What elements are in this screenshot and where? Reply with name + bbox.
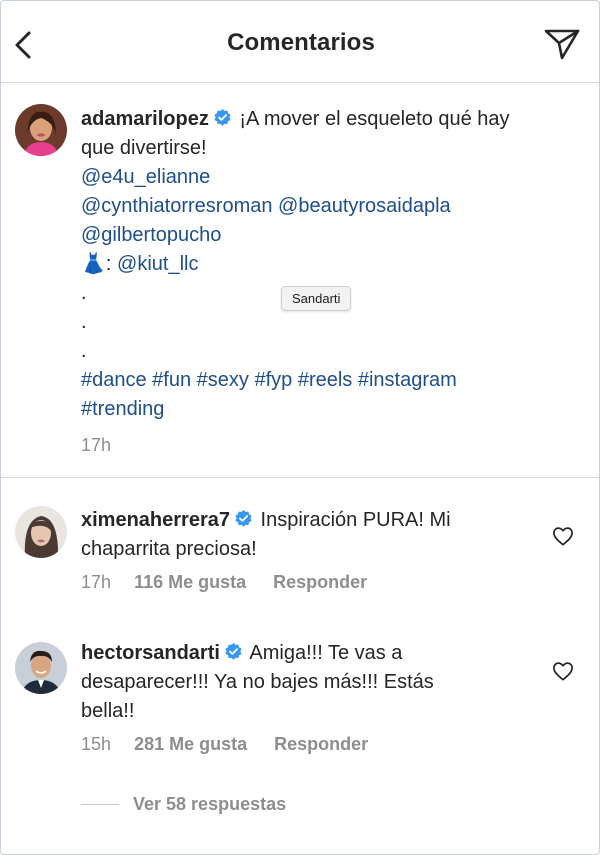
caption-dot: . xyxy=(81,340,87,362)
comment-text: ximenaherrera7 Inspiración PURA! Mi chap… xyxy=(81,506,541,564)
heart-icon xyxy=(553,527,573,546)
comment-text-line: desaparecer!!! Ya no bajes más!!! Estás xyxy=(81,671,434,693)
caption-text-line: que divertirse! xyxy=(81,137,207,159)
hashtags[interactable]: #dance #fun #sexy #fyp #reels #instagram xyxy=(81,369,457,391)
mention-link[interactable]: @kiut_llc xyxy=(117,253,198,275)
comment-text-line: Amiga!!! Te vas a xyxy=(249,642,403,664)
paper-plane-icon xyxy=(544,29,580,60)
divider-line xyxy=(81,803,119,805)
comment-likes[interactable]: 281 Me gusta xyxy=(134,734,247,754)
share-button[interactable] xyxy=(543,27,581,61)
caption-time: 17h xyxy=(81,435,112,455)
mention-link[interactable]: @e4u_elianne xyxy=(81,166,210,188)
caption-meta: 17h xyxy=(81,435,129,456)
like-button[interactable] xyxy=(552,526,574,546)
verified-badge-icon xyxy=(214,108,231,126)
view-replies-label: Ver 58 respuestas xyxy=(133,793,287,814)
caption-text: adamarilopez ¡A mover el esqueleto qué h… xyxy=(81,105,586,424)
comment-text-line: bella!! xyxy=(81,700,135,722)
page-title: Comentarios xyxy=(227,29,375,56)
comment-meta: 15h 281 Me gusta Responder xyxy=(81,734,386,755)
verified-badge-icon xyxy=(225,642,242,660)
reply-button[interactable]: Responder xyxy=(274,734,368,754)
comment-time: 15h xyxy=(81,734,112,754)
dress-emoji: 👗 xyxy=(81,253,106,275)
caption-dot: . xyxy=(81,311,87,333)
hashtags[interactable]: #trending xyxy=(81,398,164,420)
avatar[interactable] xyxy=(15,506,67,558)
comment-text-line: chaparrita preciosa! xyxy=(81,538,257,560)
avatar[interactable] xyxy=(15,642,67,694)
reply-button[interactable]: Responder xyxy=(273,572,367,592)
tooltip: Sandarti xyxy=(281,286,352,311)
comment-text: hectorsandarti Amiga!!! Te vas a desapar… xyxy=(81,639,541,726)
separator-text: : xyxy=(105,253,118,275)
mention-link[interactable]: @gilbertopucho xyxy=(81,224,221,246)
caption-text-line: ¡A mover el esqueleto qué hay xyxy=(239,108,510,130)
avatar[interactable] xyxy=(15,104,67,156)
caption-username[interactable]: adamarilopez xyxy=(81,108,209,130)
verified-badge-icon xyxy=(235,509,252,527)
comment-time: 17h xyxy=(81,572,112,592)
mention-link[interactable]: @beautyrosaidapla xyxy=(278,195,451,217)
heart-icon xyxy=(553,662,573,681)
header-bar: Comentarios xyxy=(1,1,599,83)
view-replies-button[interactable]: Ver 58 respuestas xyxy=(81,791,286,817)
comments-screen: Comentarios adamarilopez ¡A mover el esq… xyxy=(0,0,600,855)
comment-username[interactable]: hectorsandarti xyxy=(81,642,220,664)
comment-meta: 17h 116 Me gusta Responder xyxy=(81,572,385,593)
like-button[interactable] xyxy=(552,661,574,681)
comment-username[interactable]: ximenaherrera7 xyxy=(81,509,230,531)
comment-likes[interactable]: 116 Me gusta xyxy=(134,572,246,592)
post-caption: adamarilopez ¡A mover el esqueleto qué h… xyxy=(1,83,599,478)
comment-text-line: Inspiración PURA! Mi xyxy=(260,509,451,531)
mention-link[interactable]: @cynthiatorresroman xyxy=(81,195,272,217)
